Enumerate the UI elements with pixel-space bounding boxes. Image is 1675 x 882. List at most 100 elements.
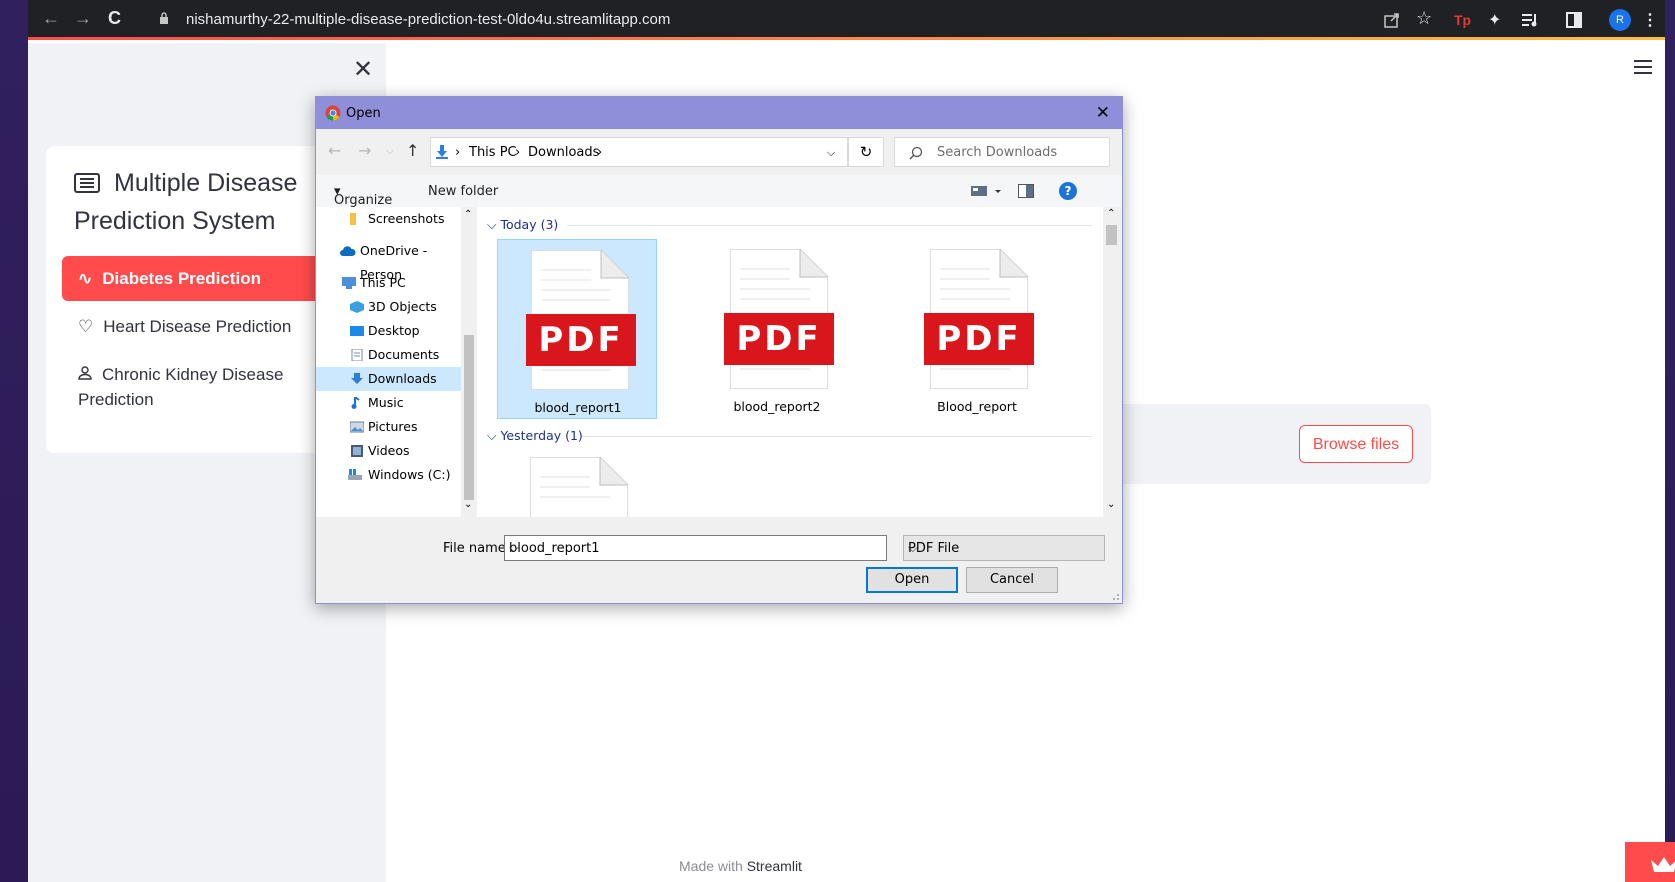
file-name: blood_report1	[534, 400, 622, 415]
scroll-down-icon[interactable]: ⌄	[464, 499, 472, 510]
activity-icon: ∿	[78, 269, 93, 288]
search-icon	[909, 146, 923, 160]
tree-item-downloads[interactable]: Downloads	[316, 367, 461, 391]
footer-streamlit-link[interactable]: Streamlit	[747, 858, 802, 874]
back-arrow-icon[interactable]: ←	[328, 141, 341, 160]
tree-item-onedrive[interactable]: OneDrive - Person	[316, 239, 461, 282]
document-icon	[351, 349, 363, 361]
close-sidebar-icon[interactable]: ✕	[353, 55, 373, 84]
pdf-file-icon	[530, 457, 628, 517]
tree-item-videos[interactable]: Videos	[316, 439, 461, 463]
address-path-bar[interactable]: › This PC › Downloads › ⌵	[430, 137, 848, 167]
tree-item-music[interactable]: Music	[316, 391, 461, 415]
tree-item-label: Pictures	[368, 419, 418, 434]
streamlit-badge[interactable]	[1625, 842, 1675, 882]
tree-item-pictures[interactable]: Pictures	[316, 415, 461, 439]
help-icon[interactable]: ?	[1059, 182, 1077, 200]
tree-item-screenshots[interactable]: Screenshots	[316, 207, 461, 231]
person-icon	[78, 366, 92, 380]
pictures-icon	[350, 421, 364, 433]
scrollbar-thumb[interactable]	[1106, 225, 1117, 245]
scroll-up-icon[interactable]: ⌃	[464, 209, 472, 220]
menu-item-label: Heart Disease Prediction	[103, 317, 292, 336]
forward-arrow-icon[interactable]: →	[74, 8, 92, 28]
drive-icon	[348, 469, 362, 480]
scrollbar-thumb[interactable]	[464, 335, 474, 500]
search-placeholder: Search Downloads	[937, 145, 1058, 160]
menu-title: Multiple Disease Prediction System	[74, 164, 354, 240]
tree-item-windows-c[interactable]: Windows (C:)	[316, 463, 461, 487]
tree-item-label: Downloads	[368, 371, 437, 386]
share-icon[interactable]	[1383, 11, 1401, 29]
side-panel-icon[interactable]	[1566, 12, 1582, 28]
breadcrumb-this-pc[interactable]: This PC	[469, 145, 517, 160]
chevron-down-icon[interactable]: ⌵	[827, 146, 835, 160]
tree-item-label: Music	[368, 395, 404, 410]
back-arrow-icon[interactable]: ←	[42, 8, 60, 28]
path-separator: ›	[455, 145, 461, 160]
file-name-input[interactable]: blood_report1 ⌵	[504, 535, 887, 561]
desktop-icon	[350, 326, 364, 336]
chevron-down-icon[interactable]: ⌵	[908, 541, 1100, 556]
scroll-down-icon[interactable]: ⌄	[1107, 499, 1115, 510]
path-separator: ›	[515, 145, 521, 160]
more-menu-icon[interactable]: ⋮	[1642, 10, 1658, 30]
tree-item-3d-objects[interactable]: 3D Objects	[316, 295, 461, 319]
group-header-yesterday[interactable]: ⌵ Yesterday (1)	[487, 428, 583, 444]
menu-item-label: Diabetes Prediction	[102, 269, 261, 288]
lock-icon	[160, 12, 168, 24]
folder-icon	[350, 213, 356, 225]
command-bar: Organize ▾ New folder ?	[316, 175, 1122, 208]
file-item[interactable]: PDF Blood_report	[897, 239, 1057, 419]
tree-item-label: Videos	[368, 443, 410, 458]
address-bar[interactable]: nishamurthy-22-multiple-disease-predicti…	[186, 11, 670, 28]
file-item[interactable]	[497, 447, 657, 517]
menu-item-diabetes[interactable]: ∿ Diabetes Prediction	[62, 256, 342, 301]
profile-avatar[interactable]: R	[1609, 9, 1631, 31]
browse-files-button[interactable]: Browse files	[1299, 425, 1413, 463]
resize-grip-icon[interactable]	[1110, 591, 1120, 601]
tree-item-this-pc[interactable]: This PC	[316, 271, 461, 295]
navigation-scrollbar[interactable]: ⌃ ⌄	[461, 207, 477, 517]
menu-item-heart[interactable]: ♡ Heart Disease Prediction	[62, 304, 342, 349]
forward-arrow-icon[interactable]: →	[358, 141, 371, 160]
download-icon	[351, 373, 363, 384]
preview-pane-icon[interactable]	[1018, 184, 1034, 198]
video-icon	[351, 445, 363, 457]
organize-button[interactable]: Organize ▾	[334, 184, 392, 208]
tree-item-desktop[interactable]: Desktop	[316, 319, 461, 343]
pdf-badge: PDF	[724, 313, 834, 365]
tree-item-documents[interactable]: Documents	[316, 343, 461, 367]
tree-item-label: Screenshots	[368, 211, 445, 226]
scroll-up-icon[interactable]: ⌃	[1107, 208, 1115, 219]
group-label: Today (3)	[500, 217, 559, 232]
refresh-icon[interactable]: ↻	[848, 137, 884, 167]
star-icon[interactable]: ☆	[1416, 8, 1432, 29]
group-header-today[interactable]: ⌵ Today (3)	[487, 217, 558, 233]
breadcrumb-downloads[interactable]: Downloads	[528, 145, 599, 160]
browser-toolbar: ← → C nishamurthy-22-multiple-disease-pr…	[28, 0, 1665, 40]
file-item[interactable]: PDF blood_report1	[497, 239, 657, 419]
file-item[interactable]: PDF blood_report2	[697, 239, 857, 419]
reload-icon[interactable]: C	[108, 8, 121, 28]
tp-extension-icon[interactable]: Tp	[1454, 12, 1471, 28]
hamburger-menu-icon[interactable]	[1633, 60, 1653, 74]
footer-prefix: Made with	[679, 858, 743, 874]
menu-title-text: Multiple Disease Prediction System	[74, 169, 298, 235]
view-options-icon[interactable]	[971, 184, 1003, 198]
dialog-close-icon[interactable]: ✕	[1096, 103, 1110, 123]
open-button[interactable]: Open	[866, 567, 958, 593]
extensions-icon[interactable]: ✦	[1488, 10, 1501, 30]
new-folder-button[interactable]: New folder	[428, 184, 498, 199]
media-icon[interactable]	[1522, 12, 1540, 28]
recent-chevron-icon[interactable]: ⌵	[386, 146, 394, 157]
search-downloads-input[interactable]: Search Downloads	[894, 137, 1110, 167]
cancel-button[interactable]: Cancel	[966, 567, 1058, 593]
heart-icon: ♡	[78, 317, 94, 336]
up-arrow-icon[interactable]: ↑	[406, 141, 419, 160]
crown-icon	[1651, 857, 1675, 872]
file-type-select[interactable]: PDF File ⌵	[903, 535, 1105, 561]
chevron-down-icon[interactable]: ⌵	[509, 541, 882, 556]
file-list-scrollbar[interactable]: ⌃ ⌄	[1103, 207, 1120, 517]
menu-item-kidney[interactable]: Chronic Kidney Disease Prediction	[62, 352, 342, 422]
